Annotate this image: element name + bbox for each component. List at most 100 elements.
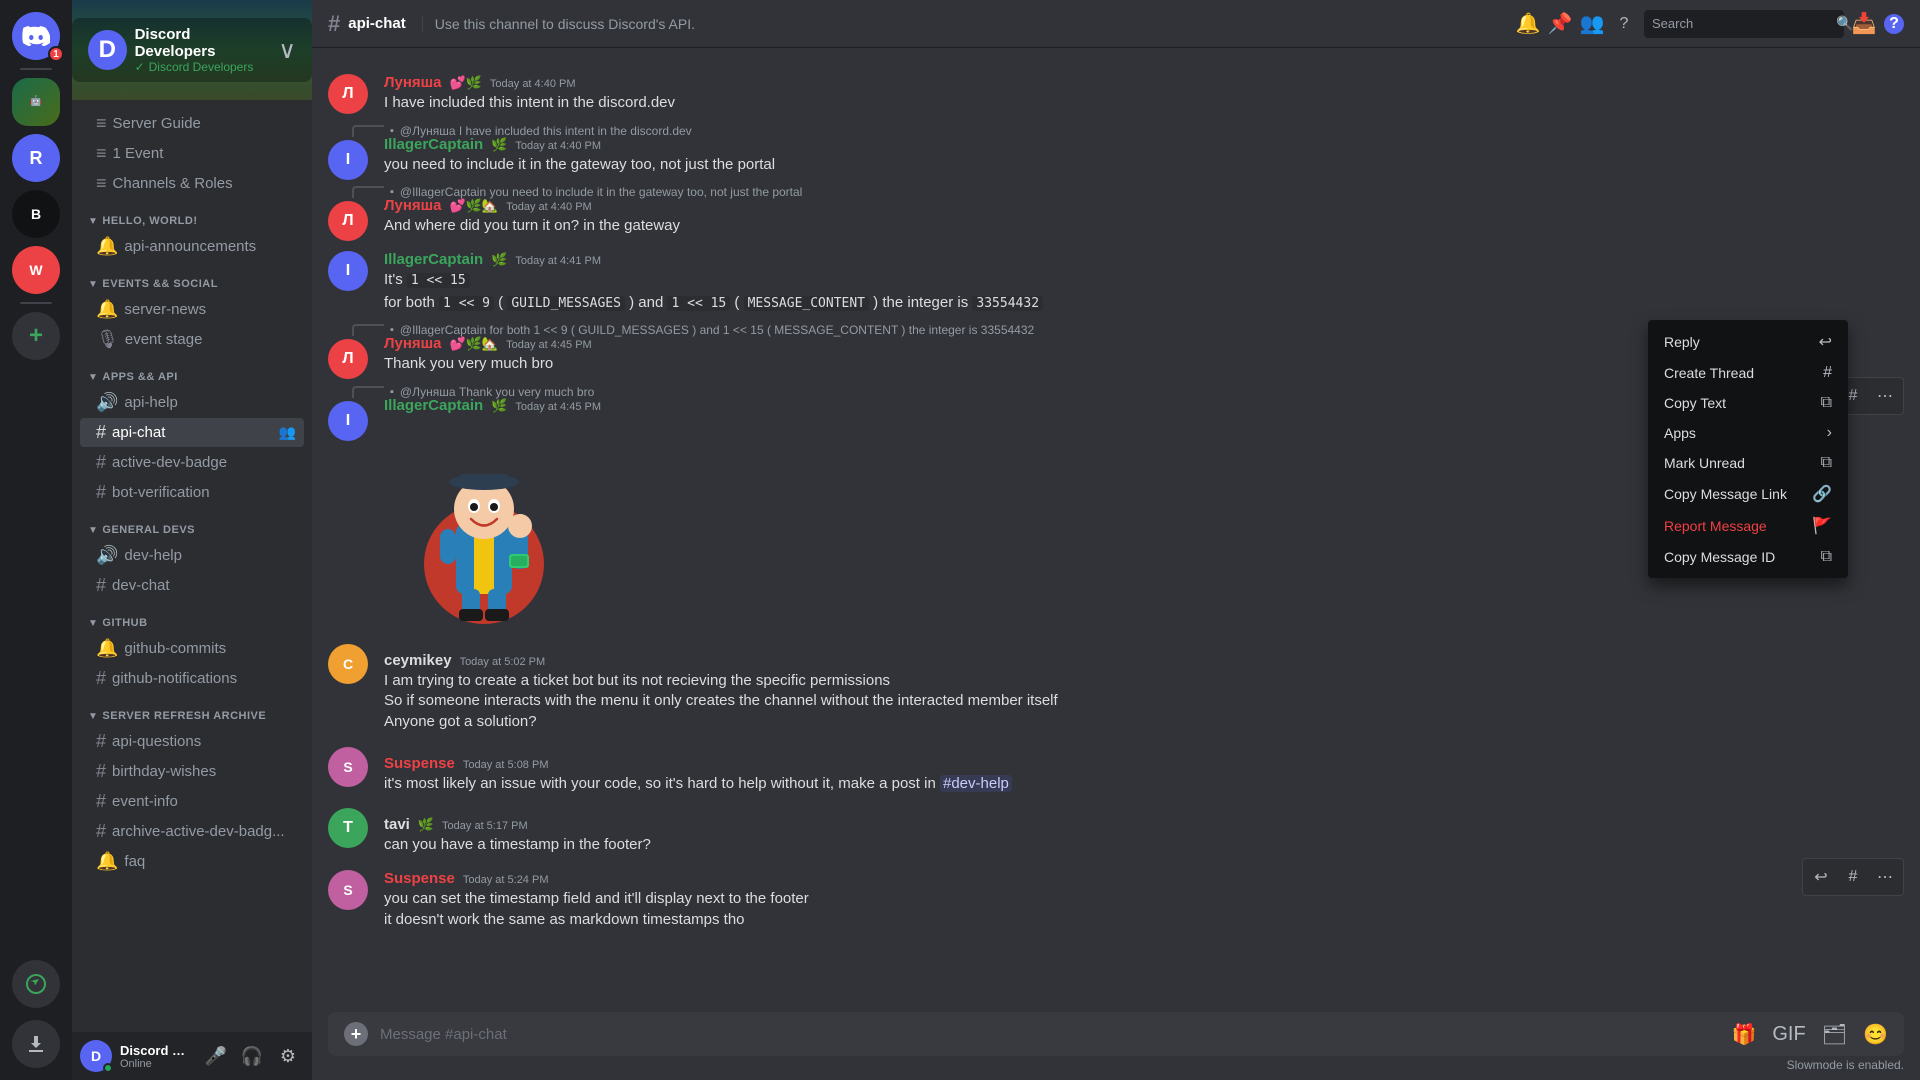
thread-action-button-10[interactable]: # <box>1839 863 1867 891</box>
message-header-4: IllagerCaptain 🌿 Today at 4:41 PM <box>384 251 1904 268</box>
channel-item-api-announcements[interactable]: 🔔 api-announcements <box>80 232 304 261</box>
message-timestamp-5: Today at 4:45 PM <box>506 339 592 351</box>
mute-button[interactable]: 🎤 <box>200 1040 232 1072</box>
channel-item-bot-verification[interactable]: # bot-verification <box>80 478 304 507</box>
channel-item-birthday-wishes[interactable]: # birthday-wishes <box>80 757 304 786</box>
channel-item-api-questions[interactable]: # api-questions <box>80 727 304 756</box>
author-badge-3: 💕🌿🏡 <box>450 198 499 214</box>
user-avatar[interactable]: D <box>80 1040 112 1072</box>
question-icon[interactable]: ? <box>1884 14 1904 34</box>
deafen-button[interactable]: 🎧 <box>236 1040 268 1072</box>
context-menu-apps[interactable]: Apps › <box>1656 418 1840 448</box>
reply-avatar-icon-5: ▪ <box>390 324 394 336</box>
channel-item-archive-badge[interactable]: # archive-active-dev-badg... <box>80 817 304 846</box>
channel-item-1-event[interactable]: ≡ 1 Event <box>80 139 304 168</box>
help-icon[interactable]: ? <box>1612 12 1636 36</box>
channel-topic: Use this channel to discuss Discord's AP… <box>422 16 1500 32</box>
context-menu-mark-unread[interactable]: Mark Unread ⧉ <box>1656 448 1840 478</box>
home-button[interactable]: 1 <box>12 12 60 60</box>
author-badge: 💕🌿 <box>450 75 482 91</box>
reply-line-6 <box>352 386 384 398</box>
category-hello-world[interactable]: ▼ HELLO, WORLD! <box>72 199 312 231</box>
context-menu-copy-text[interactable]: Copy Text ⧉ <box>1656 388 1840 418</box>
chevron-icon-4: ▼ <box>88 525 98 536</box>
channel-item-github-notifications[interactable]: # github-notifications <box>80 664 304 693</box>
hash-icon-github: # <box>96 668 106 689</box>
context-menu-report[interactable]: Report Message 🚩 <box>1656 510 1840 542</box>
reply-text-5[interactable]: @IllagerCaptain for both 1 << 9 ( GUILD_… <box>400 323 1034 337</box>
reply-text[interactable]: @Луняша I have included this intent in t… <box>400 124 692 138</box>
more-action-button-10[interactable]: ⋯ <box>1871 863 1899 891</box>
hash-icon-active-dev: # <box>96 452 106 473</box>
more-action-button[interactable]: ⋯ <box>1871 382 1899 410</box>
message-timestamp: Today at 4:40 PM <box>490 78 576 90</box>
category-archive[interactable]: ▼ SERVER REFRESH ARCHIVE <box>72 694 312 726</box>
server-icon-3[interactable]: B <box>12 190 60 238</box>
inbox-icon[interactable]: 📥 <box>1852 12 1876 36</box>
context-menu-copy-id[interactable]: Copy Message ID ⧉ <box>1656 542 1840 572</box>
hash-icon-api-help: 🔊 <box>96 392 118 413</box>
gif-icon[interactable]: GIF <box>1772 1023 1805 1046</box>
server-menu-chevron[interactable]: ∨ <box>278 36 296 65</box>
server-banner-image: D Discord Developers ✓Discord Developers… <box>72 0 312 100</box>
channel-item-event-stage[interactable]: 🎙 event stage <box>80 325 304 354</box>
reply-text-3[interactable]: @IllagerCaptain you need to include it i… <box>400 185 802 199</box>
gift-icon[interactable]: 🎁 <box>1731 1022 1756 1047</box>
context-menu-reply[interactable]: Reply ↩ <box>1656 326 1840 358</box>
reply-container-5: ▪ @IllagerCaptain for both 1 << 9 ( GUIL… <box>348 323 1034 337</box>
channel-item-active-dev-badge[interactable]: # active-dev-badge <box>80 448 304 477</box>
message-author[interactable]: Луняша <box>384 74 442 91</box>
context-menu-create-thread[interactable]: Create Thread # <box>1656 358 1840 388</box>
thread-context-icon: # <box>1823 364 1832 382</box>
channel-item-dev-help[interactable]: 🔊 dev-help <box>80 541 304 570</box>
context-menu-copy-link[interactable]: Copy Message Link 🔗 <box>1656 478 1840 510</box>
channel-item-event-info[interactable]: # event-info <box>80 787 304 816</box>
sticker-icon[interactable]: 🗂 <box>1822 1022 1847 1047</box>
message-author-6[interactable]: IllagerCaptain <box>384 397 483 414</box>
server-icon-4[interactable]: W <box>12 246 60 294</box>
message-author-3[interactable]: Луняша <box>384 197 442 214</box>
message-author-10[interactable]: Suspense <box>384 870 455 887</box>
server-icon-discord-dev[interactable]: 🤖 <box>12 78 60 126</box>
user-area: D Discord Pr... Online 🎤 🎧 ⚙ <box>72 1032 312 1080</box>
channel-item-server-guide[interactable]: ≡ Server Guide <box>80 109 304 138</box>
category-github[interactable]: ▼ GITHUB <box>72 601 312 633</box>
add-server-button[interactable]: + <box>12 312 60 360</box>
message-author-8[interactable]: Suspense <box>384 755 455 772</box>
pin-icon[interactable]: 📌 <box>1548 12 1572 36</box>
download-button[interactable] <box>12 1020 60 1068</box>
dev-help-channel-link[interactable]: dev-help <box>940 775 1012 792</box>
message-author-9[interactable]: tavi <box>384 816 410 833</box>
channel-item-channels-roles[interactable]: ≡ Channels & Roles <box>80 169 304 198</box>
search-bar[interactable]: 🔍 <box>1644 10 1844 38</box>
server-icon-2[interactable]: R <box>12 134 60 182</box>
channel-item-api-chat[interactable]: # api-chat 👥 <box>80 418 304 447</box>
message-author-2[interactable]: IllagerCaptain <box>384 136 483 153</box>
category-events-social[interactable]: ▼ EVENTS && SOCIAL <box>72 262 312 294</box>
emoji-icon[interactable]: 😊 <box>1863 1022 1888 1047</box>
copy-link-icon: 🔗 <box>1812 484 1832 504</box>
channel-item-api-help[interactable]: 🔊 api-help <box>80 388 304 417</box>
search-input[interactable] <box>1652 16 1828 31</box>
channel-item-dev-chat[interactable]: # dev-chat <box>80 571 304 600</box>
reply-action-button-10[interactable]: ↩ <box>1807 863 1835 891</box>
message-author-4[interactable]: IllagerCaptain <box>384 251 483 268</box>
message-author-7[interactable]: ceymikey <box>384 652 452 669</box>
settings-button[interactable]: ⚙ <box>272 1040 304 1072</box>
channel-item-faq[interactable]: 🔔 faq <box>80 847 304 876</box>
category-general-devs[interactable]: ▼ GENERAL DEVS <box>72 508 312 540</box>
channel-item-server-news[interactable]: 🔔 server-news <box>80 295 304 324</box>
channel-item-github-commits[interactable]: 🔔 github-commits <box>80 634 304 663</box>
online-status-dot <box>103 1063 113 1073</box>
channel-sidebar: D Discord Developers ✓Discord Developers… <box>72 0 312 1080</box>
bell-slash-icon[interactable]: 🔔 <box>1516 12 1540 36</box>
channel-hash-icon: # <box>328 11 340 37</box>
message-input[interactable] <box>380 1015 1719 1054</box>
hash-icon-bot-verif: # <box>96 482 106 503</box>
category-apps-api[interactable]: ▼ APPS && API <box>72 355 312 387</box>
message-author-5[interactable]: Луняша <box>384 335 442 352</box>
reply-text-6[interactable]: @Луняша Thank you very much bro <box>400 385 594 399</box>
add-attachment-button[interactable]: + <box>344 1022 368 1046</box>
members-list-icon[interactable]: 👥 <box>1580 12 1604 36</box>
explore-servers-button[interactable] <box>12 960 60 1008</box>
